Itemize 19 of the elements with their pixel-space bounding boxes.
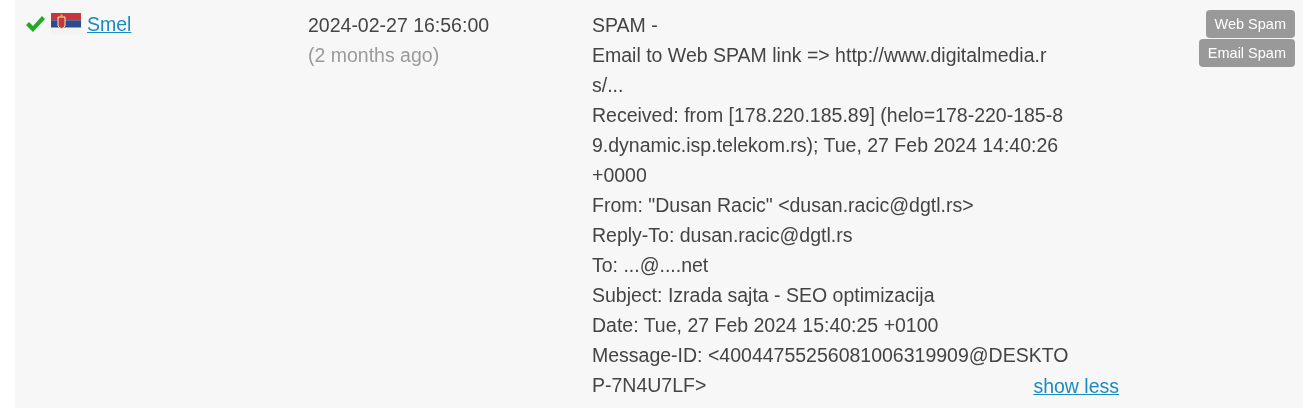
message-line: SPAM - <box>592 13 658 38</box>
message-line: To: ...@....net <box>592 253 709 278</box>
category-tag: Web Spam <box>1205 10 1295 38</box>
message-line: P-7N4U7LF> <box>592 373 707 398</box>
message-line: From: "Dusan Racic" <dusan.racic@dgtl.rs> <box>592 193 974 218</box>
message-line: Reply-To: dusan.racic@dgtl.rs <box>592 223 853 248</box>
message-line: Date: Tue, 27 Feb 2024 15:40:25 +0100 <box>592 313 939 338</box>
message-line: Subject: Izrada sajta - SEO optimizacija <box>592 283 935 308</box>
category-tag: Email Spam <box>1198 39 1295 67</box>
report-date: 2024-02-27 16:56:00 <box>308 13 490 38</box>
relative-date: (2 months ago) <box>308 43 440 68</box>
message-line: Email to Web SPAM link => http://www.digitalmedia.r <box>592 43 1047 68</box>
message-line: Received: from [178.220.185.89] (helo=178-220-185-8 <box>592 103 1064 128</box>
message-line: +0000 <box>592 163 647 188</box>
show-less-link[interactable]: show less <box>1033 372 1119 400</box>
message-line: s/... <box>592 73 624 98</box>
reporter-link[interactable]: Smel <box>87 10 132 38</box>
message-line: 9.dynamic.isp.telekom.rs); Tue, 27 Feb 2024 14:40:26 <box>592 133 1059 158</box>
message-line: Message-ID: <40044755256081006319909@DESKTO <box>592 343 1069 368</box>
